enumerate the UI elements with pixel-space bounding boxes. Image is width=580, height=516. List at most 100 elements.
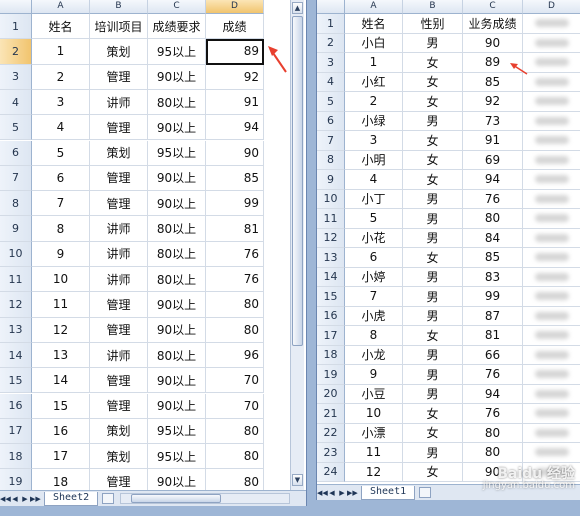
cell-c3[interactable]: 90以上: [148, 64, 206, 90]
cell-c7[interactable]: 90以上: [148, 165, 206, 192]
cell-d17[interactable]: [523, 326, 580, 346]
row-header[interactable]: 11: [0, 267, 32, 293]
row-header[interactable]: 7: [0, 165, 32, 192]
cell-a13[interactable]: 12: [32, 317, 90, 343]
cell-b10[interactable]: 讲师: [90, 241, 148, 267]
cell-a18[interactable]: 17: [32, 444, 90, 470]
cell-b5[interactable]: 管理: [90, 115, 148, 141]
row-header[interactable]: 3: [317, 53, 345, 73]
cell-c18[interactable]: 95以上: [148, 444, 206, 470]
cell-d1[interactable]: [523, 14, 580, 34]
cell-a15[interactable]: 14: [32, 368, 90, 394]
cell-d14[interactable]: [523, 268, 580, 287]
cell-c20[interactable]: 94: [463, 384, 523, 404]
cell-a17[interactable]: 8: [345, 326, 403, 346]
cell-a5[interactable]: 2: [345, 92, 403, 112]
cell-b15[interactable]: 管理: [90, 368, 148, 394]
cell-d4[interactable]: [523, 73, 580, 92]
column-header-b[interactable]: B: [90, 0, 148, 14]
cell-d6[interactable]: [523, 112, 580, 131]
cell-b21[interactable]: 女: [403, 404, 463, 424]
cell-a7[interactable]: 3: [345, 131, 403, 151]
cell-d9[interactable]: [523, 170, 580, 190]
cell-c10[interactable]: 76: [463, 189, 523, 209]
cell-b17[interactable]: 策划: [90, 418, 148, 445]
cell-d12[interactable]: [523, 229, 580, 248]
cell-c22[interactable]: 80: [463, 423, 523, 443]
cell-d20[interactable]: [523, 385, 580, 404]
cell-b18[interactable]: 策划: [90, 444, 148, 470]
cell-d18[interactable]: 80: [206, 444, 264, 470]
cell-c6[interactable]: 73: [463, 111, 523, 131]
cell-c11[interactable]: 80以上: [148, 267, 206, 293]
cell-c5[interactable]: 90以上: [148, 115, 206, 141]
cell-a12[interactable]: 11: [32, 292, 90, 318]
cell-b9[interactable]: 讲师: [90, 216, 148, 242]
cell-d5[interactable]: [523, 92, 580, 112]
left-horizontal-scrollbar[interactable]: [120, 493, 290, 504]
row-header[interactable]: 17: [0, 418, 32, 445]
cell-b1[interactable]: 培训项目: [90, 14, 148, 40]
cell-a12[interactable]: 小花: [345, 228, 403, 248]
last-sheet-icon[interactable]: ▶▶: [30, 495, 41, 503]
cell-b22[interactable]: 女: [403, 423, 463, 443]
last-sheet-icon[interactable]: ▶▶: [347, 489, 358, 497]
cell-d22[interactable]: [523, 424, 580, 443]
row-header[interactable]: 17: [317, 326, 345, 346]
cell-b13[interactable]: 女: [403, 248, 463, 268]
row-header[interactable]: 2: [317, 33, 345, 53]
next-sheet-icon[interactable]: ▶: [337, 489, 347, 497]
row-header[interactable]: 1: [0, 14, 32, 40]
left-vertical-scrollbar[interactable]: ▲ ▼: [290, 0, 304, 490]
cell-a8[interactable]: 7: [32, 191, 90, 217]
cell-a9[interactable]: 8: [32, 216, 90, 242]
cell-c14[interactable]: 80以上: [148, 342, 206, 369]
cell-c6[interactable]: 95以上: [148, 140, 206, 166]
cell-a5[interactable]: 4: [32, 115, 90, 141]
row-header[interactable]: 8: [317, 150, 345, 170]
cell-b3[interactable]: 女: [403, 53, 463, 73]
cell-a22[interactable]: 小漂: [345, 423, 403, 443]
cell-b5[interactable]: 女: [403, 92, 463, 112]
first-sheet-icon[interactable]: ◀◀: [0, 495, 11, 503]
cell-c19[interactable]: 76: [463, 365, 523, 385]
row-header[interactable]: 16: [0, 393, 32, 419]
insert-sheet-icon[interactable]: [419, 487, 432, 498]
row-header[interactable]: 12: [317, 228, 345, 248]
row-header[interactable]: 14: [0, 342, 32, 369]
cell-b7[interactable]: 女: [403, 131, 463, 151]
row-header[interactable]: 6: [0, 140, 32, 166]
cell-b12[interactable]: 男: [403, 228, 463, 248]
cell-d7[interactable]: [523, 131, 580, 151]
cell-b2[interactable]: 策划: [90, 39, 148, 65]
cell-a16[interactable]: 15: [32, 393, 90, 419]
cell-a8[interactable]: 小明: [345, 150, 403, 170]
cell-c16[interactable]: 87: [463, 306, 523, 326]
column-header-d[interactable]: D: [523, 0, 580, 14]
cell-b10[interactable]: 男: [403, 189, 463, 209]
row-header[interactable]: 10: [0, 241, 32, 267]
row-header[interactable]: 21: [317, 404, 345, 424]
cell-b2[interactable]: 男: [403, 33, 463, 53]
cell-b13[interactable]: 管理: [90, 317, 148, 343]
cell-d8[interactable]: [523, 151, 580, 170]
cell-b17[interactable]: 女: [403, 326, 463, 346]
cell-d3[interactable]: [523, 53, 580, 73]
cell-c10[interactable]: 80以上: [148, 241, 206, 267]
cell-d10[interactable]: [523, 190, 580, 209]
cell-c13[interactable]: 90以上: [148, 317, 206, 343]
row-header[interactable]: 16: [317, 306, 345, 326]
cell-c7[interactable]: 91: [463, 131, 523, 151]
cell-b16[interactable]: 男: [403, 306, 463, 326]
insert-sheet-icon[interactable]: [102, 493, 115, 504]
cell-c15[interactable]: 90以上: [148, 368, 206, 394]
cell-c2[interactable]: 95以上: [148, 39, 206, 65]
row-header[interactable]: 6: [317, 111, 345, 131]
cell-c8[interactable]: 69: [463, 150, 523, 170]
column-header-c[interactable]: C: [148, 0, 206, 14]
row-header[interactable]: 13: [0, 317, 32, 343]
cell-a2[interactable]: 1: [32, 39, 90, 65]
row-header[interactable]: 24: [317, 462, 345, 482]
cell-b8[interactable]: 管理: [90, 191, 148, 217]
row-header[interactable]: 18: [317, 345, 345, 365]
